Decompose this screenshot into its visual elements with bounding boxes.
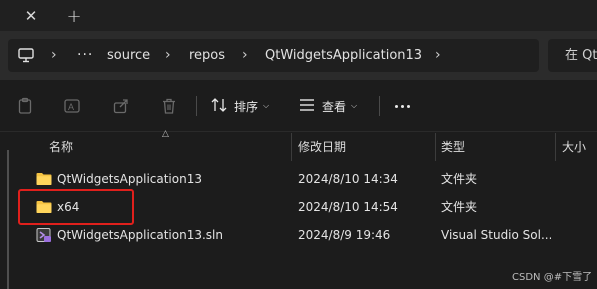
column-header-name[interactable]: 名称 xyxy=(49,133,73,161)
column-divider[interactable] xyxy=(435,133,436,161)
paste-icon[interactable] xyxy=(15,96,35,116)
file-type: 文件夹 xyxy=(441,172,478,186)
svg-text:A: A xyxy=(68,102,74,112)
file-name: QtWidgetsApplication13.sln xyxy=(57,228,223,242)
file-modified: 2024/8/10 14:34 xyxy=(298,172,398,186)
search-placeholder: 在 Qt xyxy=(565,48,597,63)
search-input[interactable]: 在 Qt xyxy=(548,39,597,72)
sort-icon xyxy=(210,97,228,116)
view-button[interactable]: 查看 ⌵ xyxy=(298,94,357,118)
sort-ascending-icon: △ xyxy=(162,129,169,139)
address-bar[interactable]: › ··· source › repos › QtWidgetsApplicat… xyxy=(8,39,539,72)
file-modified: 2024/8/10 14:54 xyxy=(298,200,398,214)
address-row: › ··· source › repos › QtWidgetsApplicat… xyxy=(0,31,597,80)
toolbar-divider xyxy=(379,96,380,116)
chevron-down-icon: ⌵ xyxy=(351,101,358,110)
share-icon[interactable] xyxy=(111,96,131,116)
breadcrumb-overflow[interactable]: ··· xyxy=(77,39,93,72)
column-header-modified[interactable]: 修改日期 xyxy=(298,133,346,161)
new-tab-icon[interactable]: + xyxy=(62,5,86,27)
command-bar: A 排序 ⌵ 查看 ⌵ xyxy=(0,80,597,132)
watermark: CSDN @#下雪了 xyxy=(512,272,593,283)
view-label: 查看 xyxy=(322,99,347,114)
file-type: 文件夹 xyxy=(441,200,478,214)
breadcrumb-current[interactable]: QtWidgetsApplication13 xyxy=(265,39,422,72)
this-pc-icon[interactable] xyxy=(17,47,35,64)
file-modified: 2024/8/9 19:46 xyxy=(298,228,391,242)
column-divider[interactable] xyxy=(291,133,292,161)
breadcrumb-repos[interactable]: repos xyxy=(189,39,225,72)
column-header-type[interactable]: 类型 xyxy=(441,133,465,161)
breadcrumb-separator[interactable]: › xyxy=(165,39,171,72)
more-options-icon[interactable] xyxy=(392,96,412,116)
file-type: Visual Studio Sol... xyxy=(441,228,551,242)
delete-icon[interactable] xyxy=(159,96,179,116)
breadcrumb-separator[interactable]: › xyxy=(435,39,441,72)
file-row[interactable]: QtWidgetsApplication13.sln 2024/8/9 19:4… xyxy=(31,222,597,249)
column-header-size[interactable]: 大小 xyxy=(562,133,586,161)
breadcrumb-separator[interactable]: › xyxy=(51,39,57,72)
sort-label: 排序 xyxy=(234,99,259,114)
breadcrumb-separator[interactable]: › xyxy=(242,39,248,72)
breadcrumb-source[interactable]: source xyxy=(107,39,150,72)
close-tab-icon[interactable]: ✕ xyxy=(19,5,43,27)
navigation-pane-edge[interactable] xyxy=(7,150,9,289)
sln-file-icon xyxy=(36,228,52,242)
annotation-highlight-box xyxy=(18,189,134,225)
view-icon xyxy=(298,97,316,116)
sort-button[interactable]: 排序 ⌵ xyxy=(210,94,269,118)
rename-icon[interactable]: A xyxy=(62,96,82,116)
toolbar-divider xyxy=(196,96,197,116)
column-divider[interactable] xyxy=(555,133,556,161)
chevron-down-icon: ⌵ xyxy=(263,101,270,110)
folder-icon xyxy=(36,172,52,186)
tab-strip: ✕ + xyxy=(0,0,597,31)
